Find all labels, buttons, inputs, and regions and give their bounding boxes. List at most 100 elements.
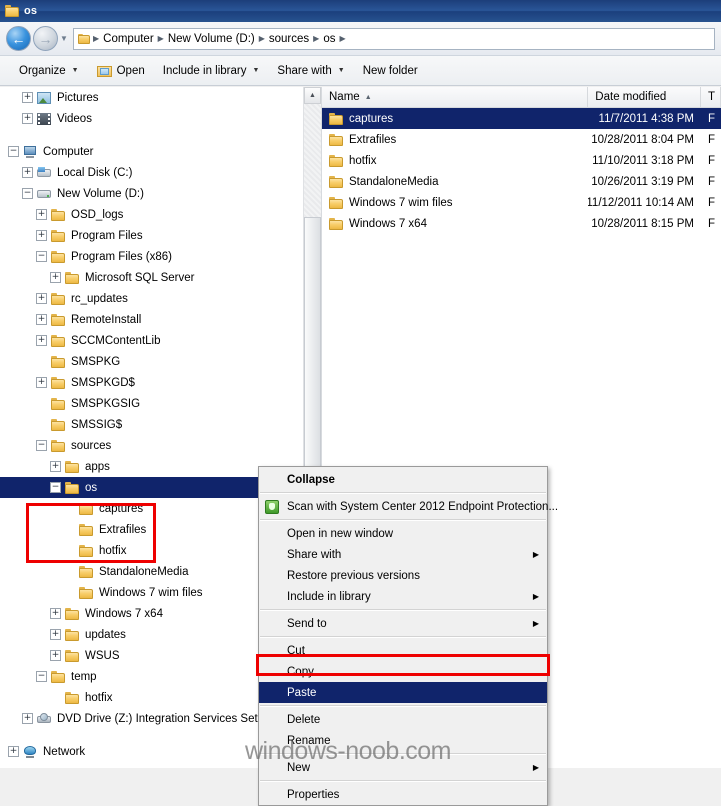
menu-item-properties[interactable]: Properties <box>259 784 547 805</box>
expand-icon[interactable]: + <box>36 293 47 304</box>
folder-icon <box>51 229 65 242</box>
table-row[interactable]: Extrafiles 10/28/2011 8:04 PM F <box>322 129 721 150</box>
table-row[interactable]: StandaloneMedia 10/26/2011 3:19 PM F <box>322 171 721 192</box>
tree-item-smspkgsig[interactable]: SMSPKGSIG <box>0 393 303 414</box>
expand-icon[interactable]: + <box>22 113 33 124</box>
menu-item-open-in-new-window[interactable]: Open in new window <box>259 523 547 544</box>
column-header-name[interactable]: Name ▲ <box>322 87 589 107</box>
command-bar: Organize ▼ Open Include in library ▼ Sha… <box>0 56 721 86</box>
expand-icon[interactable]: + <box>50 608 61 619</box>
column-header-t[interactable]: T <box>701 87 721 107</box>
collapse-icon[interactable]: − <box>36 671 47 682</box>
tree-expander-slot <box>36 419 47 430</box>
menu-item-send-to[interactable]: Send to ▶ <box>259 613 547 634</box>
menu-item-collapse[interactable]: Collapse <box>259 469 547 490</box>
menu-item-include-in-library[interactable]: Include in library ▶ <box>259 586 547 607</box>
new-folder-label: New folder <box>362 64 418 77</box>
collapse-icon[interactable]: − <box>8 146 19 157</box>
tree-item-microsoft-sql-server[interactable]: + Microsoft SQL Server <box>0 267 303 288</box>
tree-item-osd-logs[interactable]: + OSD_logs <box>0 204 303 225</box>
collapse-icon[interactable]: − <box>36 251 47 262</box>
share-with-button[interactable]: Share with ▼ <box>268 60 353 82</box>
tree-item-new-volume-d[interactable]: − New Volume (D:) <box>0 183 303 204</box>
tree-item-pictures[interactable]: + Pictures <box>0 87 303 108</box>
expand-icon[interactable]: + <box>50 650 61 661</box>
file-list-body[interactable]: captures 11/7/2011 4:38 PM F Extrafiles 10/2… <box>322 108 721 234</box>
menu-item-cut[interactable]: Cut <box>259 640 547 661</box>
breadcrumb-separator[interactable]: ▶ <box>312 34 320 43</box>
file-name-cell: Windows 7 x64 <box>322 217 588 230</box>
expand-icon[interactable]: + <box>36 377 47 388</box>
tree-item-videos[interactable]: + Videos <box>0 108 303 129</box>
date-modified-cell: 11/10/2011 3:18 PM <box>592 154 695 167</box>
tree-item-remoteinstall[interactable]: + RemoteInstall <box>0 309 303 330</box>
tree-item-label: Local Disk (C:) <box>57 166 133 179</box>
menu-item-restore-previous-versions[interactable]: Restore previous versions <box>259 565 547 586</box>
new-folder-button[interactable]: New folder <box>354 60 427 82</box>
tree-expander-slot <box>36 398 47 409</box>
tree-item-local-disk-c[interactable]: + Local Disk (C:) <box>0 162 303 183</box>
breadcrumb-separator[interactable]: ▶ <box>157 34 165 43</box>
column-header-date-modified[interactable]: Date modified <box>588 87 702 107</box>
menu-item-share-with[interactable]: Share with ▶ <box>259 544 547 565</box>
breadcrumb-separator[interactable]: ▶ <box>92 34 100 43</box>
menu-separator <box>260 519 546 521</box>
expand-icon[interactable]: + <box>36 209 47 220</box>
breadcrumb-item-sources[interactable]: sources <box>266 33 312 45</box>
table-row[interactable]: Windows 7 x64 10/28/2011 8:15 PM F <box>322 213 721 234</box>
tree-item-rc-updates[interactable]: + rc_updates <box>0 288 303 309</box>
breadcrumb-item-new-volume[interactable]: New Volume (D:) <box>165 33 258 45</box>
breadcrumb-item-os[interactable]: os <box>320 33 338 45</box>
back-arrow-icon[interactable]: ← <box>6 26 31 51</box>
breadcrumb-item-computer[interactable]: Computer <box>100 33 157 45</box>
collapse-icon[interactable]: − <box>36 440 47 451</box>
tree-item-smssig[interactable]: SMSSIG$ <box>0 414 303 435</box>
tree-item-program-files[interactable]: + Program Files <box>0 225 303 246</box>
tree-item-label: hotfix <box>85 691 113 704</box>
scroll-up-icon[interactable]: ▲ <box>304 87 321 104</box>
expand-icon[interactable]: + <box>36 230 47 241</box>
tree-item-program-files-x86[interactable]: − Program Files (x86) <box>0 246 303 267</box>
organize-label: Organize <box>19 64 66 77</box>
expand-icon[interactable]: + <box>50 272 61 283</box>
tree-item-sources[interactable]: − sources <box>0 435 303 456</box>
include-in-library-button[interactable]: Include in library ▼ <box>154 60 269 82</box>
menu-item-paste[interactable]: Paste <box>259 682 547 703</box>
harddisk-icon <box>37 166 51 179</box>
breadcrumb-separator[interactable]: ▶ <box>258 34 266 43</box>
organize-button[interactable]: Organize ▼ <box>10 60 88 82</box>
menu-item-copy[interactable]: Copy <box>259 661 547 682</box>
expand-icon[interactable]: + <box>36 314 47 325</box>
tree-item-computer[interactable]: − Computer <box>0 141 303 162</box>
tree-item-smspkg[interactable]: SMSPKG <box>0 351 303 372</box>
tree-item-sccmcontentlib[interactable]: + SCCMContentLib <box>0 330 303 351</box>
menu-item-scan-with-system-center-2012-endpoint-pr[interactable]: Scan with System Center 2012 Endpoint Pr… <box>259 496 558 517</box>
breadcrumb[interactable]: ▶ Computer ▶ New Volume (D:) ▶ sources ▶… <box>73 27 715 50</box>
site-watermark: windows-noob.com <box>245 737 452 765</box>
expand-icon[interactable]: + <box>50 461 61 472</box>
breadcrumb-separator[interactable]: ▶ <box>338 34 346 43</box>
collapse-icon[interactable]: − <box>22 188 33 199</box>
table-row[interactable]: Windows 7 wim files 11/12/2011 10:14 AM F <box>322 192 721 213</box>
collapse-icon[interactable]: − <box>50 482 61 493</box>
expand-icon[interactable]: + <box>36 335 47 346</box>
table-row[interactable]: captures 11/7/2011 4:38 PM F <box>322 108 721 129</box>
drive-icon <box>37 188 51 200</box>
expand-icon[interactable]: + <box>22 713 33 724</box>
open-button[interactable]: Open <box>88 60 154 82</box>
file-list-header[interactable]: Name ▲ Date modified T <box>322 87 721 108</box>
tree-item-smspkgd[interactable]: + SMSPKGD$ <box>0 372 303 393</box>
tree-expander-slot <box>64 545 75 556</box>
expand-icon[interactable]: + <box>22 92 33 103</box>
tree-item-label: Computer <box>43 145 94 158</box>
forward-arrow-icon[interactable]: → <box>33 26 58 51</box>
type-cell: F <box>708 112 716 125</box>
menu-item-delete[interactable]: Delete <box>259 709 547 730</box>
expand-icon[interactable]: + <box>22 167 33 178</box>
expand-icon[interactable]: + <box>8 746 19 757</box>
table-row[interactable]: hotfix 11/10/2011 3:18 PM F <box>322 150 721 171</box>
expand-icon[interactable]: + <box>50 629 61 640</box>
chevron-down-icon[interactable]: ▼ <box>58 34 70 43</box>
tree-item-label: Program Files (x86) <box>71 250 172 263</box>
folder-icon <box>51 292 65 305</box>
